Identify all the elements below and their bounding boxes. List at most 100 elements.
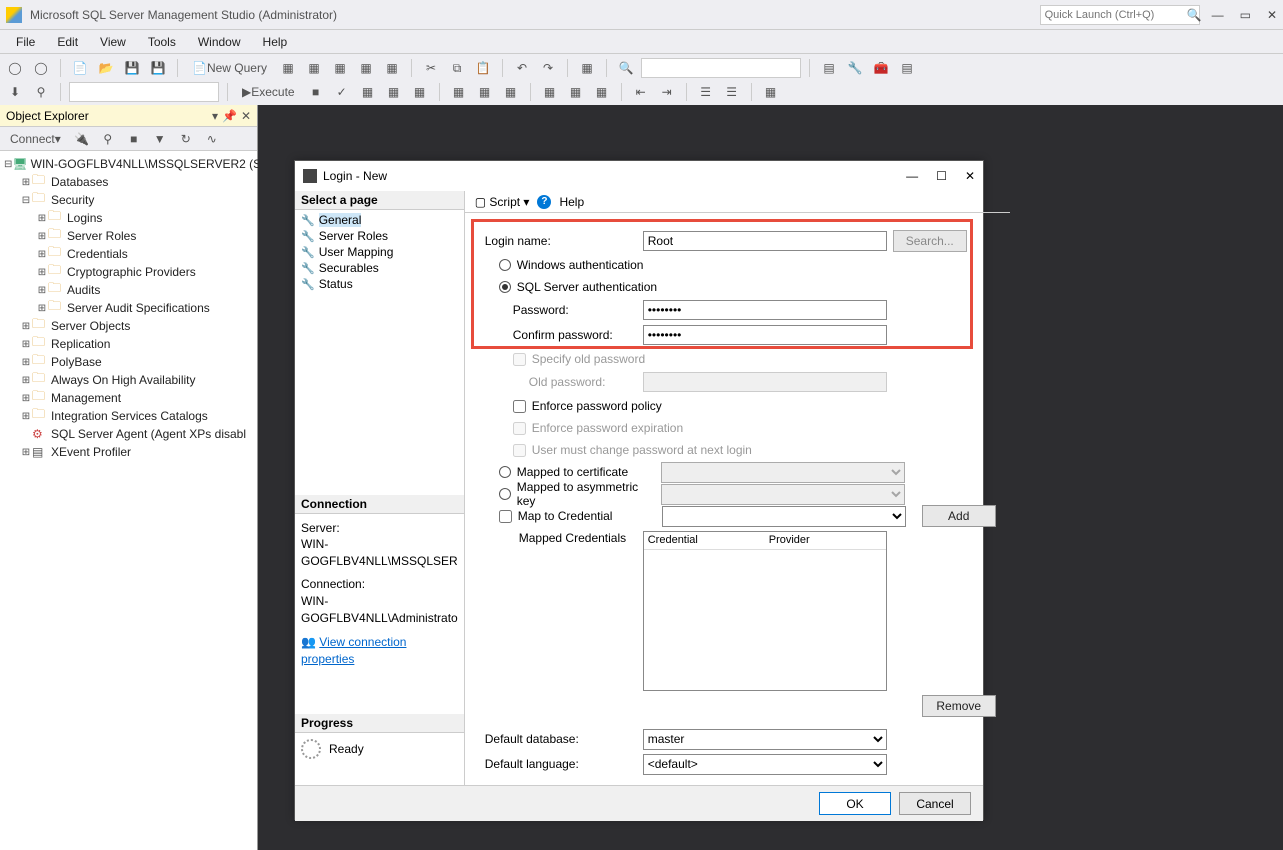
menu-view[interactable]: View	[90, 33, 136, 51]
cancel-button[interactable]: Cancel	[899, 792, 971, 815]
script-button[interactable]: ▢ Script ▾	[475, 195, 530, 209]
tree-logins[interactable]: ⊞Logins	[0, 209, 257, 227]
default-db-select[interactable]: master	[643, 729, 887, 750]
dialog-close-button[interactable]: ✕	[965, 169, 975, 183]
refresh-icon[interactable]: ↻	[175, 128, 197, 150]
page-status[interactable]: Status	[299, 276, 460, 292]
menu-window[interactable]: Window	[188, 33, 251, 51]
debug-target[interactable]: ⚲	[30, 81, 52, 103]
tree-security[interactable]: ⊟Security	[0, 191, 257, 209]
execute-button[interactable]: ▶ Execute	[236, 81, 301, 103]
undo-button[interactable]: ↶	[511, 57, 533, 79]
db-engine-query-icon[interactable]: ▦	[277, 57, 299, 79]
tree-crypto[interactable]: ⊞Cryptographic Providers	[0, 263, 257, 281]
debug-button[interactable]: ⬇	[4, 81, 26, 103]
tree-credentials[interactable]: ⊞Credentials	[0, 245, 257, 263]
specify-values2-icon[interactable]: ☰	[721, 81, 743, 103]
mapped-cert-radio[interactable]	[499, 466, 511, 478]
parse-button[interactable]: ✓	[331, 81, 353, 103]
toolbox-icon[interactable]: 🧰	[870, 57, 892, 79]
indent2-icon[interactable]: ⇥	[656, 81, 678, 103]
new-query-button[interactable]: 📄 New Query	[186, 57, 273, 79]
find-combo[interactable]	[641, 58, 801, 78]
connect-button[interactable]: Connect ▾	[4, 128, 67, 150]
new-button[interactable]: 📄	[69, 57, 91, 79]
disconnect-icon[interactable]: 🔌	[71, 128, 93, 150]
confirm-password-input[interactable]	[643, 325, 887, 345]
menu-edit[interactable]: Edit	[47, 33, 88, 51]
uncomment-icon[interactable]: ▦	[565, 81, 587, 103]
close-panel-icon[interactable]: ✕	[241, 109, 251, 123]
menu-file[interactable]: File	[6, 33, 45, 51]
specify-values-icon[interactable]: ☰	[695, 81, 717, 103]
mdx-icon[interactable]: ▦	[303, 57, 325, 79]
map-credential-checkbox[interactable]	[499, 510, 512, 523]
sql-auth-radio[interactable]	[499, 281, 511, 293]
menu-tools[interactable]: Tools	[138, 33, 186, 51]
help-button[interactable]: Help	[559, 195, 584, 209]
ok-button[interactable]: OK	[819, 792, 891, 815]
nav-back-button[interactable]: ◯	[4, 57, 26, 79]
page-securables[interactable]: Securables	[299, 260, 460, 276]
enforce-policy-checkbox[interactable]	[513, 400, 526, 413]
search-button[interactable]: Search...	[893, 230, 967, 252]
credential-select[interactable]	[662, 506, 906, 527]
stop2-icon[interactable]: ■	[123, 128, 145, 150]
page-server-roles[interactable]: Server Roles	[299, 228, 460, 244]
tree-audits[interactable]: ⊞Audits	[0, 281, 257, 299]
add-button[interactable]: Add	[922, 505, 996, 527]
stop-icon[interactable]: ⚲	[97, 128, 119, 150]
filter-icon[interactable]: ▼	[149, 128, 171, 150]
windows-auth-radio[interactable]	[499, 259, 511, 271]
database-combo[interactable]	[69, 82, 219, 102]
tree-server-roles[interactable]: ⊞Server Roles	[0, 227, 257, 245]
outdent-icon[interactable]: ⇤	[630, 81, 652, 103]
activity-monitor-icon[interactable]: ▤	[896, 57, 918, 79]
save-button[interactable]: 💾	[121, 57, 143, 79]
page-general[interactable]: General	[299, 212, 460, 228]
grid-button[interactable]: ▦	[576, 57, 598, 79]
menu-help[interactable]: Help	[253, 33, 298, 51]
xmla-icon[interactable]: ▦	[355, 57, 377, 79]
login-name-input[interactable]	[643, 231, 887, 251]
comment-icon[interactable]: ▦	[539, 81, 561, 103]
plan-icon[interactable]: ▦	[357, 81, 379, 103]
page-user-mapping[interactable]: User Mapping	[299, 244, 460, 260]
sqlcmd-icon[interactable]: ▦	[760, 81, 782, 103]
query-options-icon[interactable]: ▦	[409, 81, 431, 103]
mapped-asym-radio[interactable]	[499, 488, 511, 500]
results-text-icon[interactable]: ▦	[474, 81, 496, 103]
nav-forward-button[interactable]: ◯	[30, 57, 52, 79]
save-all-button[interactable]: 💾	[147, 57, 169, 79]
quick-launch-input[interactable]	[1045, 9, 1187, 21]
estimated-plan-icon[interactable]: ▦	[383, 81, 405, 103]
minimize-button[interactable]: —	[1212, 8, 1224, 22]
dropdown-icon[interactable]: ▾	[212, 109, 218, 123]
dmx-icon[interactable]: ▦	[329, 57, 351, 79]
results-grid-icon[interactable]: ▦	[448, 81, 470, 103]
dax-icon[interactable]: ▦	[381, 57, 403, 79]
activity-icon[interactable]: ∿	[201, 128, 223, 150]
tree-xevent[interactable]: ⊞XEvent Profiler	[0, 443, 257, 461]
results-file-icon[interactable]: ▦	[500, 81, 522, 103]
default-lang-select[interactable]: <default>	[643, 754, 887, 775]
tree-isc[interactable]: ⊞Integration Services Catalogs	[0, 407, 257, 425]
find-button[interactable]: 🔍	[615, 57, 637, 79]
open-button[interactable]: 📂	[95, 57, 117, 79]
paste-button[interactable]: 📋	[472, 57, 494, 79]
credentials-grid[interactable]: Credential Provider	[643, 531, 887, 691]
redo-button[interactable]: ↷	[537, 57, 559, 79]
dialog-minimize-button[interactable]: —	[906, 169, 918, 183]
indent-icon[interactable]: ▦	[591, 81, 613, 103]
registered-servers-icon[interactable]: ▤	[818, 57, 840, 79]
copy-button[interactable]: ⧉	[446, 57, 468, 79]
view-connection-props-link[interactable]: View connection properties	[301, 635, 406, 666]
pin-icon[interactable]: 📌	[222, 109, 237, 123]
maximize-button[interactable]: ▭	[1240, 8, 1251, 22]
close-button[interactable]: ✕	[1267, 8, 1277, 22]
stop-button[interactable]: ■	[305, 81, 327, 103]
tools-icon[interactable]: 🔧	[844, 57, 866, 79]
dialog-maximize-button[interactable]: ☐	[936, 169, 947, 183]
cut-button[interactable]: ✂	[420, 57, 442, 79]
remove-button[interactable]: Remove	[922, 695, 996, 717]
